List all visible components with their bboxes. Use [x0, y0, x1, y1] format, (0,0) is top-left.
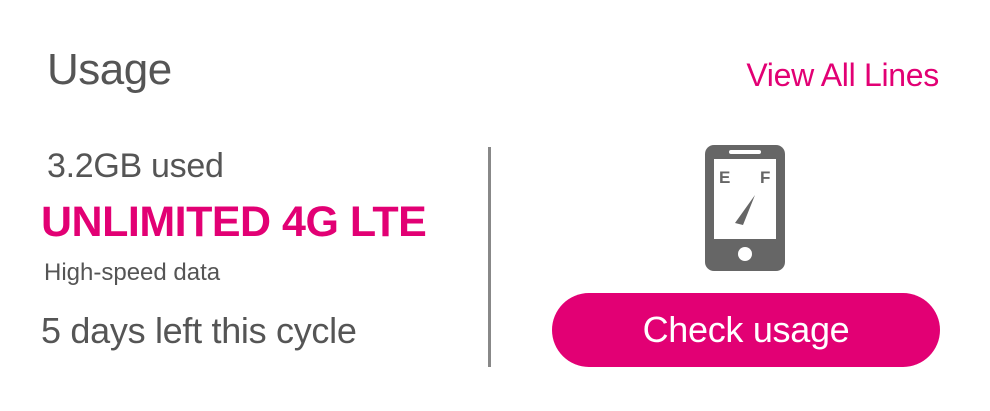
- page-title: Usage: [47, 45, 172, 94]
- view-all-lines-link[interactable]: View All Lines: [746, 56, 939, 94]
- data-used-text: 3.2GB used: [47, 147, 224, 185]
- gauge-full-label: F: [760, 168, 770, 187]
- phone-home-button: [738, 247, 752, 261]
- phone-fuel-gauge-icon: E F: [705, 145, 785, 271]
- divider: [488, 147, 491, 367]
- gauge-empty-label: E: [719, 168, 730, 187]
- phone-speaker: [729, 150, 761, 154]
- plan-detail: High-speed data: [44, 259, 221, 286]
- plan-name: UNLIMITED 4G LTE: [41, 198, 427, 246]
- check-usage-button[interactable]: Check usage: [552, 293, 940, 367]
- usage-card: Usage View All Lines 3.2GB used UNLIMITE…: [0, 0, 990, 411]
- days-left-text: 5 days left this cycle: [41, 310, 357, 351]
